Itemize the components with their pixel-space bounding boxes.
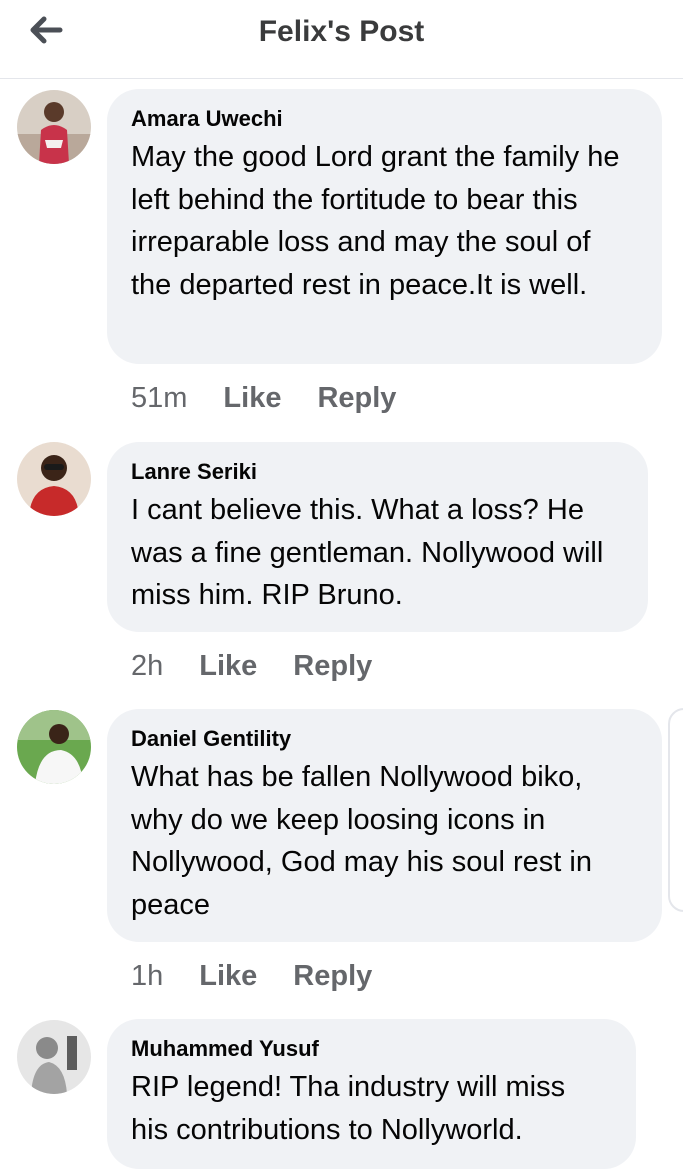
- comment-text: I cant believe this. What a loss? He was…: [131, 494, 604, 611]
- avatar-image: [17, 442, 91, 516]
- comment-author[interactable]: Amara Uwechi: [131, 105, 636, 133]
- comment-bubble[interactable]: Daniel Gentility What has be fallen Noll…: [107, 709, 662, 942]
- like-button[interactable]: Like: [199, 650, 257, 683]
- partial-bubble-edge: [668, 708, 683, 912]
- avatar-image: [17, 1020, 91, 1094]
- comment-actions: 2h Like Reply: [131, 648, 408, 684]
- comment-bubble[interactable]: Lanre Seriki I cant believe this. What a…: [107, 442, 648, 632]
- comment-bubble[interactable]: Amara Uwechi May the good Lord grant the…: [107, 89, 662, 364]
- comment-author[interactable]: Muhammed Yusuf: [131, 1035, 610, 1063]
- comment-author[interactable]: Lanre Seriki: [131, 458, 622, 486]
- comment-actions: 1h Like Reply: [131, 958, 408, 994]
- comment-bubble[interactable]: Muhammed Yusuf RIP legend! Tha industry …: [107, 1019, 636, 1169]
- comment-time[interactable]: 51m: [131, 382, 187, 415]
- comment-actions: 51m Like Reply: [131, 380, 432, 416]
- avatar-image: [17, 710, 91, 784]
- like-button[interactable]: Like: [223, 382, 281, 415]
- comment-time[interactable]: 1h: [131, 960, 163, 993]
- reply-button[interactable]: Reply: [317, 382, 396, 415]
- comment-author[interactable]: Daniel Gentility: [131, 725, 636, 753]
- comment-text: What has be fallen Nollywood biko, why d…: [131, 761, 592, 921]
- page-title: Felix's Post: [258, 15, 425, 48]
- reply-button[interactable]: Reply: [293, 960, 372, 993]
- avatar[interactable]: [17, 710, 91, 784]
- comment-text: RIP legend! Tha industry will miss his c…: [131, 1071, 566, 1146]
- avatar[interactable]: [17, 442, 91, 516]
- comment-time[interactable]: 2h: [131, 650, 163, 683]
- reply-button[interactable]: Reply: [293, 650, 372, 683]
- avatar[interactable]: [17, 1020, 91, 1094]
- top-bar: Felix's Post: [0, 0, 683, 79]
- avatar[interactable]: [17, 90, 91, 164]
- avatar-image: [17, 90, 91, 164]
- comment-text: May the good Lord grant the family he le…: [131, 141, 620, 301]
- like-button[interactable]: Like: [199, 960, 257, 993]
